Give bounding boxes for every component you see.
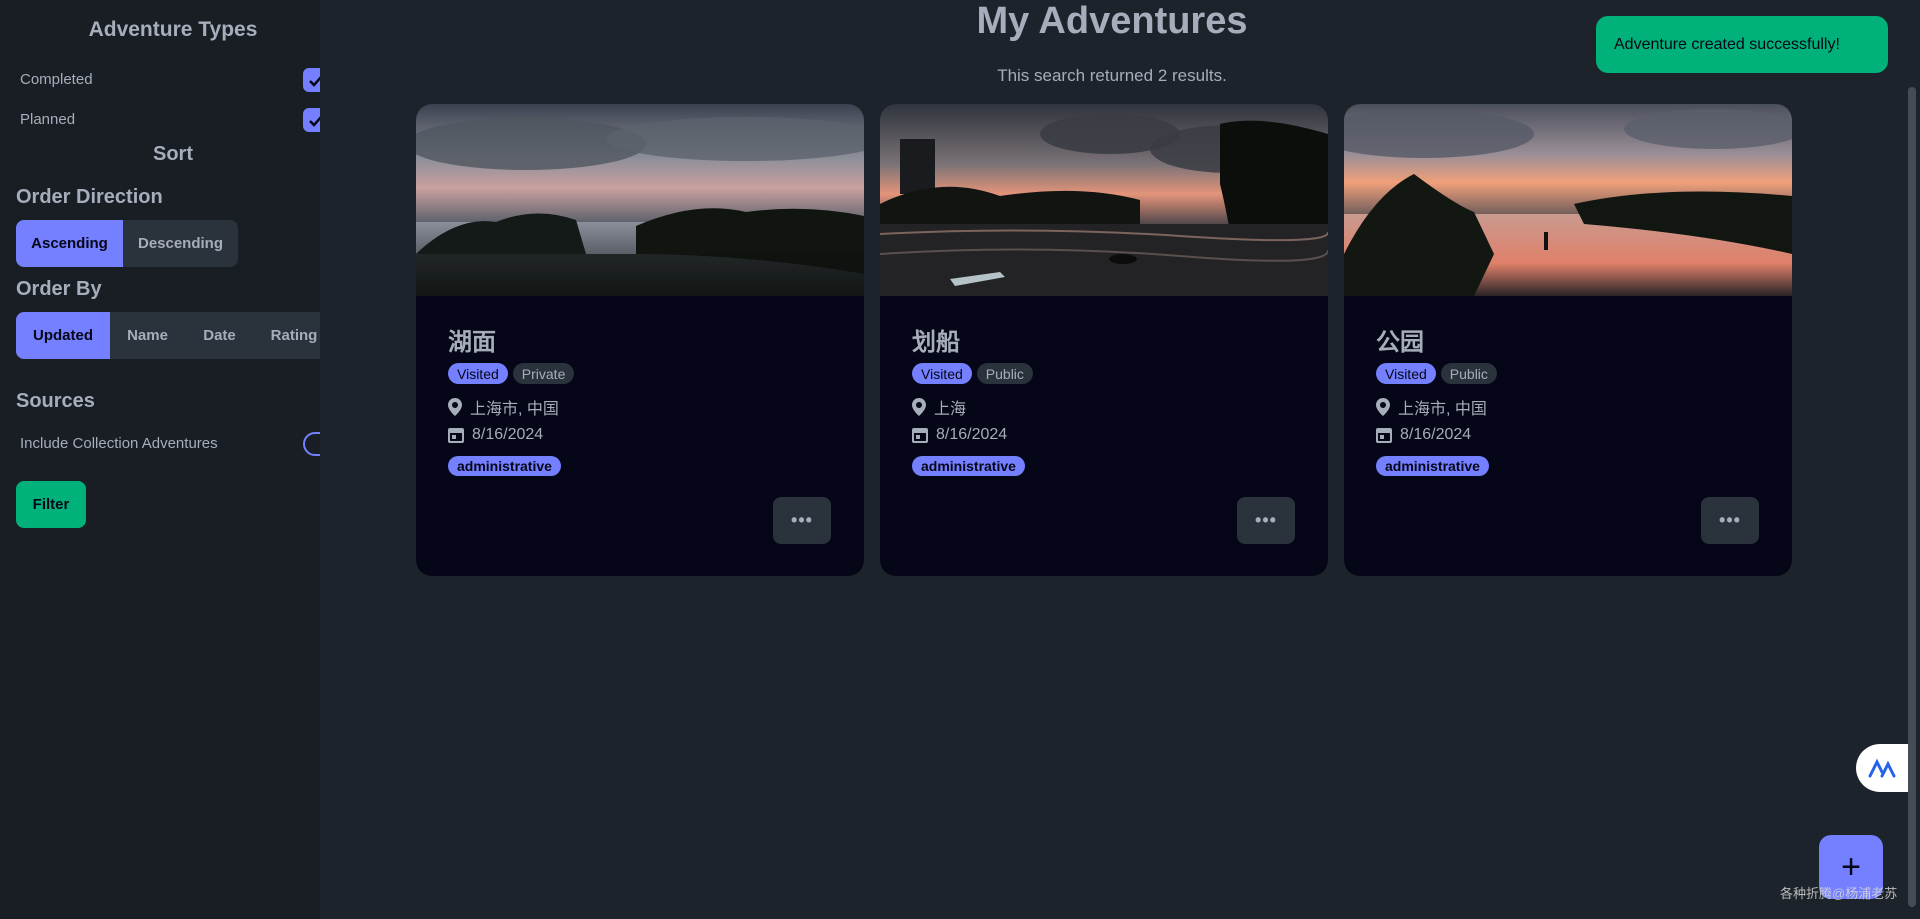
category-tag: administrative <box>1376 456 1489 476</box>
adventure-card[interactable]: 公园 Visited Public 上海市, 中国 8/16/2024 admi… <box>1344 104 1792 576</box>
more-options-button[interactable]: ••• <box>773 497 831 544</box>
location-row: 上海市, 中国 <box>1376 395 1487 419</box>
date-text: 8/16/2024 <box>472 426 544 443</box>
planned-checkbox[interactable] <box>303 108 320 132</box>
badge-row: Visited Public <box>1376 363 1497 384</box>
date-text: 8/16/2024 <box>1400 426 1472 443</box>
map-pin-icon <box>912 398 926 416</box>
calendar-icon <box>1376 428 1392 443</box>
assistant-logo-icon <box>1868 758 1896 778</box>
sort-title: Sort <box>153 143 193 165</box>
adventure-photo <box>416 104 864 296</box>
order-name-button[interactable]: Name <box>110 312 185 359</box>
visibility-badge: Private <box>512 363 575 384</box>
planned-label: Planned <box>20 111 76 128</box>
order-date-button[interactable]: Date <box>185 312 254 359</box>
status-badge: Visited <box>1376 363 1436 384</box>
location-row: 上海 <box>912 395 966 419</box>
include-collection-toggle[interactable] <box>303 432 320 456</box>
check-icon <box>309 116 320 127</box>
order-direction-group: Ascending Descending <box>16 220 238 267</box>
filter-button[interactable]: Filter <box>16 481 86 528</box>
date-row: 8/16/2024 <box>1376 426 1471 444</box>
date-row: 8/16/2024 <box>912 426 1007 444</box>
adventure-card[interactable]: 湖面 Visited Private 上海市, 中国 8/16/2024 adm… <box>416 104 864 576</box>
category-tag: administrative <box>912 456 1025 476</box>
filter-sidebar: Adventure Types Completed Planned Sort O… <box>0 0 320 919</box>
sources-heading: Sources <box>16 390 95 412</box>
badge-row: Visited Public <box>912 363 1033 384</box>
order-direction-heading: Order Direction <box>16 186 163 208</box>
assistant-widget[interactable] <box>1856 744 1908 792</box>
adventure-name: 公园 <box>1376 329 1424 356</box>
order-updated-button[interactable]: Updated <box>16 312 110 359</box>
adventure-card[interactable]: 划船 Visited Public 上海 8/16/2024 administr… <box>880 104 1328 576</box>
calendar-icon <box>912 428 928 443</box>
ascending-button[interactable]: Ascending <box>16 220 123 267</box>
category-tag: administrative <box>448 456 561 476</box>
status-badge: Visited <box>448 363 508 384</box>
location-row: 上海市, 中国 <box>448 395 559 419</box>
include-collection-label: Include Collection Adventures <box>20 435 218 452</box>
calendar-icon <box>448 428 464 443</box>
more-options-button[interactable]: ••• <box>1701 497 1759 544</box>
order-by-heading: Order By <box>16 278 102 300</box>
adventure-photo <box>1344 104 1792 296</box>
order-by-group: Updated Name Date Rating <box>16 312 320 359</box>
scrollbar-thumb[interactable] <box>1908 87 1916 907</box>
visibility-badge: Public <box>976 363 1033 384</box>
location-text: 上海市, 中国 <box>470 401 559 418</box>
map-pin-icon <box>448 398 462 416</box>
adventure-photo <box>880 104 1328 296</box>
map-pin-icon <box>1376 398 1390 416</box>
watermark-text: 各种折腾@杨浦老苏 <box>1780 886 1898 901</box>
success-toast: Adventure created successfully! <box>1596 16 1888 73</box>
location-text: 上海市, 中国 <box>1398 401 1487 418</box>
location-text: 上海 <box>934 401 967 418</box>
order-rating-button[interactable]: Rating <box>254 312 320 359</box>
date-row: 8/16/2024 <box>448 426 543 444</box>
visibility-badge: Public <box>1440 363 1497 384</box>
more-options-button[interactable]: ••• <box>1237 497 1295 544</box>
adventure-name: 湖面 <box>448 329 496 356</box>
adventure-name: 划船 <box>912 329 960 356</box>
descending-button[interactable]: Descending <box>123 220 238 267</box>
status-badge: Visited <box>912 363 972 384</box>
date-text: 8/16/2024 <box>936 426 1008 443</box>
badge-row: Visited Private <box>448 363 575 384</box>
